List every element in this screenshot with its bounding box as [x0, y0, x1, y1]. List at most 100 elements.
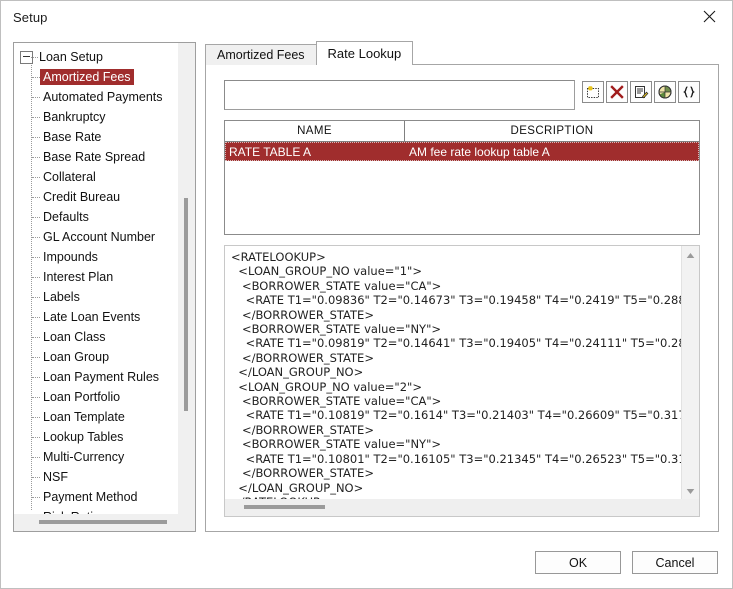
window-title: Setup	[13, 9, 48, 25]
tree-connector	[32, 137, 40, 138]
tree-horizontal-scroll-thumb[interactable]	[39, 520, 167, 524]
tree-node-risk-rating[interactable]: Risk Rating	[14, 507, 178, 514]
tree-node-nsf[interactable]: NSF	[14, 467, 178, 487]
xml-line: <LOAN_GROUP_NO value="2">	[231, 379, 422, 394]
xml-line: <BORROWER_STATE value="NY">	[231, 322, 441, 337]
tree-node-label: Loan Setup	[39, 50, 103, 64]
cell-description: AM fee rate lookup table A	[409, 144, 550, 159]
tree-connector	[32, 317, 40, 318]
new-button[interactable]	[582, 81, 604, 103]
tree-node-label: Loan Group	[43, 350, 110, 364]
tree-node-loan-template[interactable]: Loan Template	[14, 407, 178, 427]
tree-vertical-scrollbar[interactable]	[178, 43, 195, 514]
tree-node-label: NSF	[43, 470, 68, 484]
close-icon	[703, 10, 716, 23]
tree-node-loan-class[interactable]: Loan Class	[14, 327, 178, 347]
tab-rate-lookup[interactable]: Rate Lookup	[315, 41, 414, 65]
tree-node-amortized-fees[interactable]: Amortized Fees	[14, 67, 178, 87]
xml-vertical-scrollbar[interactable]	[681, 246, 699, 499]
tree-scroll-corner	[178, 514, 195, 531]
setup-tree-panel: Loan Setup Amortized Fees Automated Paym…	[13, 42, 196, 532]
delete-button[interactable]	[606, 81, 628, 103]
tree-horizontal-scrollbar[interactable]	[14, 514, 178, 531]
rate-table-grid: NAME DESCRIPTION RATE TABLE A AM fee rat…	[224, 120, 700, 235]
tree-connector	[32, 97, 40, 98]
xml-line: </BORROWER_STATE>	[231, 350, 374, 365]
tree-node-loan-group[interactable]: Loan Group	[14, 347, 178, 367]
tree-node-loan-portfolio[interactable]: Loan Portfolio	[14, 387, 178, 407]
tree-node-multi-currency[interactable]: Multi-Currency	[14, 447, 178, 467]
tree-connector	[32, 297, 40, 298]
tree-node-late-loan-events[interactable]: Late Loan Events	[14, 307, 178, 327]
tree-connector	[32, 417, 40, 418]
tree-connector	[32, 177, 40, 178]
table-row[interactable]: RATE TABLE A AM fee rate lookup table A	[225, 142, 699, 161]
tree-scroll-viewport: Loan Setup Amortized Fees Automated Paym…	[14, 43, 178, 514]
tree-node-label: Interest Plan	[43, 270, 114, 284]
tree-node-label: Multi-Currency	[43, 450, 125, 464]
scroll-down-button[interactable]	[682, 482, 699, 499]
tree-connector	[32, 457, 40, 458]
globe-button[interactable]	[654, 81, 676, 103]
xml-line: <LOAN_GROUP_NO value="1">	[231, 264, 422, 279]
tree-node-loan-payment-rules[interactable]: Loan Payment Rules	[14, 367, 178, 387]
tree-node-base-rate-spread[interactable]: Base Rate Spread	[14, 147, 178, 167]
delete-icon	[609, 84, 625, 100]
tree-node-gl-account-number[interactable]: GL Account Number	[14, 227, 178, 247]
tree-connector	[32, 497, 40, 498]
tree-node-label: Impounds	[43, 250, 98, 264]
xml-line: <RATE T1="0.09819" T2="0.14641" T3="0.19…	[245, 336, 682, 351]
column-header-description[interactable]: DESCRIPTION	[405, 121, 699, 141]
tree-connector	[32, 337, 40, 338]
close-button[interactable]	[686, 1, 732, 32]
tree-vertical-scroll-thumb[interactable]	[184, 198, 188, 411]
tree-node-bankruptcy[interactable]: Bankruptcy	[14, 107, 178, 127]
cancel-button[interactable]: Cancel	[632, 551, 718, 574]
tree-node-loan-setup[interactable]: Loan Setup	[14, 47, 178, 67]
xml-line: </LOAN_GROUP_NO>	[231, 365, 364, 380]
dialog-body: Loan Setup Amortized Fees Automated Paym…	[1, 33, 732, 588]
tree-node-defaults[interactable]: Defaults	[14, 207, 178, 227]
braces-icon	[681, 84, 697, 100]
tree-node-impounds[interactable]: Impounds	[14, 247, 178, 267]
tree-connector	[32, 357, 40, 358]
tree-node-collateral[interactable]: Collateral	[14, 167, 178, 187]
tree-node-base-rate[interactable]: Base Rate	[14, 127, 178, 147]
globe-icon	[657, 84, 673, 100]
tree-node-label: Collateral	[43, 170, 96, 184]
scroll-up-button[interactable]	[682, 246, 699, 263]
xml-scroll-viewport[interactable]: <RATELOOKUP> <LOAN_GROUP_NO value="1"> <…	[225, 246, 682, 499]
tree-node-label: Credit Bureau	[43, 190, 121, 204]
edit-button[interactable]	[630, 81, 652, 103]
tree-connector	[32, 237, 40, 238]
tree-connector	[32, 77, 40, 78]
new-icon	[585, 84, 601, 100]
tab-label: Rate Lookup	[327, 46, 402, 61]
xml-horizontal-scroll-thumb[interactable]	[244, 505, 325, 509]
chevron-down-icon	[686, 484, 695, 498]
edit-icon	[633, 84, 649, 100]
dialog-footer: OK Cancel	[535, 551, 718, 574]
xml-line: </BORROWER_STATE>	[231, 466, 374, 481]
tree-node-payment-method[interactable]: Payment Method	[14, 487, 178, 507]
column-header-name[interactable]: NAME	[225, 121, 405, 141]
tab-amortized-fees[interactable]: Amortized Fees	[205, 44, 317, 65]
tree-connector	[32, 157, 40, 158]
tree-node-interest-plan[interactable]: Interest Plan	[14, 267, 178, 287]
tree-node-labels[interactable]: Labels	[14, 287, 178, 307]
ok-button[interactable]: OK	[535, 551, 621, 574]
tree-connector	[32, 257, 40, 258]
tree-node-credit-bureau[interactable]: Credit Bureau	[14, 187, 178, 207]
chevron-up-icon	[686, 248, 695, 262]
tree-connector	[32, 437, 40, 438]
tree-node-label: Base Rate	[43, 130, 102, 144]
search-input[interactable]	[224, 80, 575, 110]
tree-node-automated-payments[interactable]: Automated Payments	[14, 87, 178, 107]
title-bar: Setup	[1, 1, 732, 33]
xml-horizontal-scrollbar[interactable]	[225, 499, 682, 516]
braces-button[interactable]	[678, 81, 700, 103]
xml-scroll-corner	[682, 499, 699, 516]
tree-node-lookup-tables[interactable]: Lookup Tables	[14, 427, 178, 447]
xml-line: </LOAN_GROUP_NO>	[231, 480, 364, 495]
tree-connector	[32, 477, 40, 478]
